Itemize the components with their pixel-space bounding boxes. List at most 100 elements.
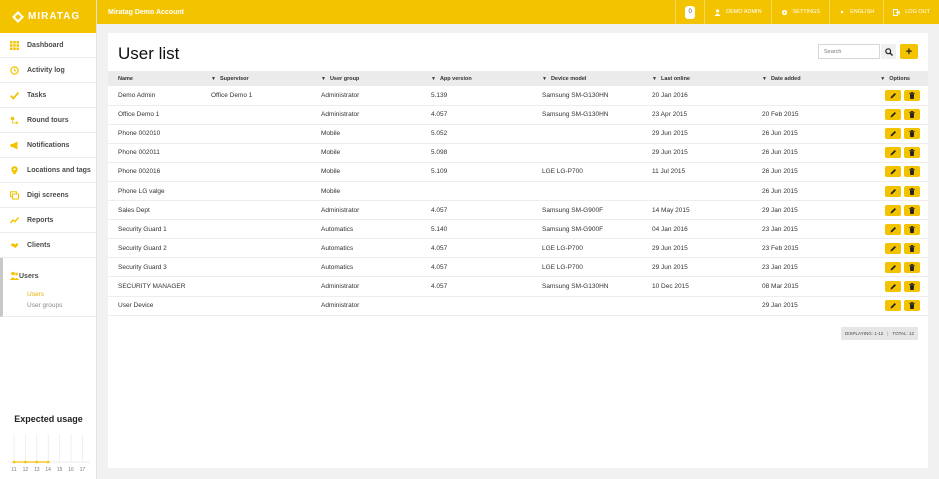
edit-button[interactable] <box>885 223 901 235</box>
table-row[interactable]: Phone 002016 Mobile 5.109 LGE LG-P700 11 Jul… <box>108 162 928 182</box>
options-cell <box>862 200 928 221</box>
sidebar-item-label: Users <box>19 272 39 280</box>
last-online-cell: 23 Apr 2015 <box>652 105 762 125</box>
table-row[interactable]: Phone LG valge Mobile 26 Jun 2015 <box>108 181 928 202</box>
filter-icon[interactable]: ▼ <box>211 76 216 82</box>
edit-button[interactable] <box>885 128 901 140</box>
usage-point <box>46 460 50 464</box>
settings-button[interactable]: SETTINGS <box>770 0 830 24</box>
column-label: Last online <box>660 75 690 82</box>
table-row[interactable]: Security Guard 3 Automatics 4.057 LGE LG-P7… <box>108 257 928 278</box>
column-header-device-model[interactable]: ▼ Device model <box>542 71 652 86</box>
sidebar-item-round-tours[interactable]: Round tours <box>0 108 96 133</box>
edit-button[interactable] <box>885 300 901 312</box>
last-online-cell: 29 Jun 2015 <box>652 238 762 259</box>
table-row[interactable]: SECURITY MANAGER Administrator 4.057 Samsun… <box>108 276 928 297</box>
delete-button[interactable] <box>904 166 920 178</box>
delete-button[interactable] <box>904 89 920 101</box>
handshake-icon <box>10 241 19 250</box>
search-input[interactable]: Search <box>818 44 880 59</box>
edit-button[interactable] <box>885 109 901 121</box>
sidebar-item-clients[interactable]: Clients <box>0 233 96 258</box>
delete-button[interactable] <box>904 128 920 140</box>
filter-icon[interactable]: ▼ <box>762 76 767 82</box>
edit-button[interactable] <box>885 280 901 292</box>
edit-button[interactable] <box>885 185 901 197</box>
sidebar-subitem-user-groups[interactable]: User groups <box>27 302 62 309</box>
table-row[interactable]: Phone 002011 Mobile 5.098 29 Jun 2015 26 Jun… <box>108 143 928 163</box>
edit-button[interactable] <box>885 89 901 101</box>
language-button[interactable]: ENGLISH <box>829 0 883 24</box>
chart-line-icon <box>10 216 19 225</box>
column-header-user-group[interactable]: ▼ User group <box>321 71 431 86</box>
table-row[interactable]: Sales Dept Administrator 4.057 Samsung SM-G… <box>108 200 928 221</box>
edit-button[interactable] <box>885 204 901 216</box>
table-row[interactable]: Security Guard 1 Automatics 5.140 Samsung S… <box>108 219 928 240</box>
logout-button[interactable]: LOG OUT <box>883 0 939 24</box>
delete-button[interactable] <box>904 242 920 254</box>
filter-icon[interactable]: ▼ <box>880 76 885 82</box>
sidebar-item-activity-log[interactable]: Activity log <box>0 58 96 83</box>
column-header-name[interactable]: Name <box>108 71 211 86</box>
usage-x-label: 12 <box>23 467 29 473</box>
search-button[interactable] <box>881 44 896 59</box>
app-version-cell: 4.057 <box>431 105 542 125</box>
app-version-cell <box>431 296 542 316</box>
add-user-button[interactable]: + <box>900 44 918 59</box>
filter-icon[interactable]: ▼ <box>431 76 436 82</box>
edit-button[interactable] <box>885 242 901 254</box>
sidebar-item-reports[interactable]: Reports <box>0 208 96 233</box>
usage-point <box>24 460 27 464</box>
user-group-cell: Automatics <box>321 238 431 259</box>
last-online-cell: 10 Dec 2015 <box>652 276 762 297</box>
table-row[interactable]: User Device Administrator 29 Jan 2015 <box>108 296 928 316</box>
delete-button[interactable] <box>904 223 920 235</box>
edit-button[interactable] <box>885 147 901 159</box>
column-header-app-version[interactable]: ▼ App version <box>431 71 542 86</box>
edit-button[interactable] <box>885 166 901 178</box>
device-model-cell <box>542 181 652 202</box>
delete-button[interactable] <box>904 109 920 121</box>
filter-icon[interactable]: ▼ <box>542 76 547 82</box>
sidebar-item-tasks[interactable]: Tasks <box>0 83 96 108</box>
table-row[interactable]: Office Demo 1 Administrator 4.057 Samsung S… <box>108 105 928 125</box>
sidebar-item-locations-and-tags[interactable]: Locations and tags <box>0 158 96 183</box>
user-name-cell: Office Demo 1 <box>108 105 211 125</box>
sidebar-item-digi-screens[interactable]: Digi screens <box>0 183 96 208</box>
delete-button[interactable] <box>904 261 920 273</box>
column-header-options[interactable]: ▼ Options <box>862 71 928 86</box>
filter-icon[interactable]: ▼ <box>652 76 657 82</box>
notifications-button[interactable]: 0 <box>675 0 704 24</box>
column-header-supervisor[interactable]: ▼ Supervisor <box>211 71 321 86</box>
table-row[interactable]: Phone 002010 Mobile 5.052 29 Jun 2015 26 Jun… <box>108 124 928 144</box>
trash-icon <box>909 91 915 99</box>
column-header-date-added[interactable]: ▼ Date added <box>762 71 862 86</box>
table-row[interactable]: Security Guard 2 Automatics 4.057 LGE LG-P7… <box>108 238 928 259</box>
sidebar-item-users[interactable]: Users Users User groups <box>0 258 96 317</box>
device-model-cell <box>542 143 652 163</box>
usage-chart: 11 12 13 14 15 16 17 <box>8 434 90 473</box>
pencil-icon <box>890 283 896 290</box>
sidebar-item-notifications[interactable]: Notifications <box>0 133 96 158</box>
filter-icon[interactable]: ▼ <box>321 76 326 82</box>
device-model-cell: Samsung SM-G900F <box>542 200 652 221</box>
delete-button[interactable] <box>904 300 920 312</box>
edit-button[interactable] <box>885 261 901 273</box>
user-menu-button[interactable]: DEMO ADMIN <box>704 0 770 24</box>
table-row[interactable]: Demo Admin Office Demo 1 Administrator 5.13… <box>108 86 928 106</box>
sidebar-item-dashboard[interactable]: Dashboard <box>0 33 96 58</box>
supervisor-cell <box>211 162 321 182</box>
delete-button[interactable] <box>904 147 920 159</box>
logout-label: LOG OUT <box>905 9 930 15</box>
delete-button[interactable] <box>904 185 920 197</box>
language-label: ENGLISH <box>850 9 875 15</box>
pencil-icon <box>890 131 896 137</box>
column-header-last-online[interactable]: ▼ Last online <box>652 71 762 86</box>
column-label: App version <box>439 75 472 82</box>
delete-button[interactable] <box>904 280 920 292</box>
app-version-cell: 5.139 <box>431 86 542 106</box>
sidebar-subitem-users[interactable]: Users <box>27 291 44 298</box>
logo[interactable]: MIRATAG <box>0 0 96 33</box>
user-group-cell: Automatics <box>321 219 431 240</box>
delete-button[interactable] <box>904 204 920 216</box>
